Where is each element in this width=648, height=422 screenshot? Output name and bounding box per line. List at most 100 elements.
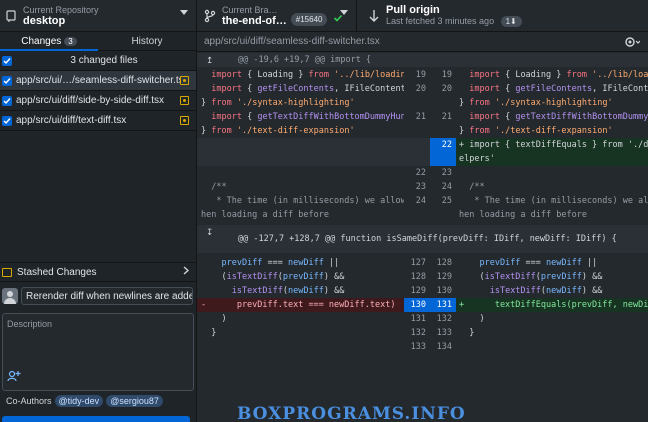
coauthor-chip[interactable]: @tidy-dev xyxy=(54,395,104,407)
diff-line: 22 23 xyxy=(197,166,648,180)
diff-line-right: prevDiff === newDiff || xyxy=(479,258,598,268)
repo-name: desktop xyxy=(23,16,66,27)
description-placeholder: Description xyxy=(7,319,53,329)
diff-line-removed: - prevDiff.text === newDiff.text) xyxy=(197,298,404,312)
tab-history-label: History xyxy=(131,36,163,47)
line-number: 20 xyxy=(441,84,452,94)
sidebar: Changes 3 History 3 changed files app/src… xyxy=(0,32,197,422)
diff-line: 133 134 xyxy=(197,340,648,354)
diff-line-left: isTextDiff(newDiff) && xyxy=(231,286,345,296)
branch-name: the-end-of… xyxy=(222,16,287,27)
line-number[interactable]: 130 xyxy=(404,298,430,312)
stashed-changes-label: Stashed Changes xyxy=(17,266,97,278)
line-number: 21 xyxy=(415,112,426,122)
expand-down-icon[interactable]: ↧ xyxy=(206,225,213,239)
branch-label: Current Bra… xyxy=(222,5,278,15)
tab-history[interactable]: History xyxy=(98,32,196,50)
diff-line-left: import { getFileContents, IFileContents xyxy=(211,84,404,94)
file-list-item[interactable]: app/src/ui/…/seamless-diff-switcher.tsx xyxy=(0,71,196,91)
pull-title: Pull origin xyxy=(386,5,440,16)
diff-line-right: import { getTextDiffWithBottomDummyHunk xyxy=(469,112,648,122)
diff-line: import { getTextDiffWithBottomDummyHunk … xyxy=(197,110,648,124)
commit-summary-input[interactable]: Rerender diff when newlines are adde xyxy=(21,287,193,305)
diff-line-wrap: hen loading a diff before hen loading a … xyxy=(197,208,648,222)
diff-line: /** 23 24 /** xyxy=(197,180,648,194)
file-checkbox[interactable] xyxy=(2,115,12,126)
diff-line-right: } xyxy=(459,328,475,338)
line-number: 132 xyxy=(410,328,426,338)
watermark: BOXPROGRAMS.INFO xyxy=(237,404,466,422)
diff-line-right: + import { textDiffEquals } from './dif xyxy=(456,138,648,152)
diff-line-right: * The time (in milliseconds) we allo xyxy=(459,196,648,206)
line-number: 25 xyxy=(441,196,452,206)
hunk-header-text: @@ -19,6 +19,7 @@ import { xyxy=(238,55,372,65)
diff-line-left: * The time (in milliseconds) we allow w xyxy=(201,196,404,206)
file-checkbox[interactable] xyxy=(2,75,12,86)
current-branch-button[interactable]: Current Bra… the-end-of… #15640 xyxy=(197,0,357,32)
diff-line-left: /** xyxy=(201,182,227,192)
line-number: 23 xyxy=(441,168,452,178)
arrow-down-icon xyxy=(367,9,381,23)
diff-line-left: import { getTextDiffWithBottomDummyHunk xyxy=(211,112,404,122)
commit-summary-value: Rerender diff when newlines are adde xyxy=(26,290,193,302)
commit-description-input[interactable]: Description xyxy=(2,313,194,391)
diff-line-modified[interactable]: - prevDiff.text === newDiff.text) 130 13… xyxy=(197,298,648,312)
diff-line-right: isTextDiff(newDiff) && xyxy=(489,286,603,296)
diff-line-right: (isTextDiff(prevDiff) && xyxy=(459,272,603,282)
diff-line: * The time (in milliseconds) we allow w … xyxy=(197,194,648,208)
coauthors-row: Co-Authors @tidy-dev @sergiou87 xyxy=(0,392,196,410)
diff-line-left: ) xyxy=(201,314,227,324)
file-name: app/src/ui/…/seamless-diff-switcher.tsx xyxy=(16,75,180,86)
stashed-changes-button[interactable]: Stashed Changes xyxy=(0,262,196,282)
pr-badge[interactable]: #15640 xyxy=(290,12,328,26)
commit-button[interactable] xyxy=(2,416,190,422)
line-number: 132 xyxy=(436,314,452,324)
add-coauthor-icon[interactable] xyxy=(7,370,21,385)
line-number: 19 xyxy=(441,70,452,80)
hunk-header: ↥ @@ -19,6 +19,7 @@ import { xyxy=(197,53,648,67)
line-number: 22 xyxy=(415,168,426,178)
gear-icon[interactable] xyxy=(624,36,641,51)
line-number-empty xyxy=(404,138,430,166)
line-number: 133 xyxy=(436,328,452,338)
branch-icon xyxy=(203,9,217,23)
line-number: 131 xyxy=(410,314,426,324)
file-list-item[interactable]: app/src/ui/diff/text-diff.tsx xyxy=(0,111,196,131)
empty-left xyxy=(197,138,404,166)
diff-line-wrap: } from './text-diff-expansion' } from '.… xyxy=(197,124,648,138)
diff-line-right: elpers' xyxy=(456,152,648,166)
chevron-right-icon xyxy=(183,266,190,278)
hunk-header: ↧ @@ -127,7 +128,7 @@ function isSameDif… xyxy=(197,225,648,253)
expand-up-icon[interactable]: ↥ xyxy=(206,53,213,67)
pull-subtitle: Last fetched 3 minutes ago xyxy=(386,16,495,26)
file-modified-icon xyxy=(180,116,189,125)
tab-changes[interactable]: Changes 3 xyxy=(0,32,98,51)
diff-line: } 132 133 } xyxy=(197,326,648,340)
line-number: 24 xyxy=(415,196,426,206)
line-number: 19 xyxy=(415,70,426,80)
diff-file-path: app/src/ui/diff/seamless-diff-switcher.t… xyxy=(204,36,380,47)
line-number: 128 xyxy=(436,258,452,268)
line-number: 20 xyxy=(415,84,426,94)
line-number: 134 xyxy=(436,342,452,352)
diff-view: app/src/ui/diff/seamless-diff-switcher.t… xyxy=(197,32,648,422)
select-all-checkbox[interactable] xyxy=(2,55,12,66)
diff-line-right: /** xyxy=(459,182,485,192)
current-repository-button[interactable]: Current Repository desktop xyxy=(0,0,197,32)
line-number[interactable]: 22 xyxy=(430,138,456,166)
file-modified-icon xyxy=(180,96,189,105)
diff-line-left: hen loading a diff before xyxy=(201,210,329,220)
file-list-item[interactable]: app/src/ui/diff/side-by-side-diff.tsx xyxy=(0,91,196,111)
diff-line-left: } from './syntax-highlighting' xyxy=(201,98,355,108)
diff-line: isTextDiff(newDiff) && 129 130 isTextDif… xyxy=(197,284,648,298)
line-number[interactable]: 131 xyxy=(430,298,456,312)
tab-changes-label: Changes xyxy=(21,36,62,47)
diff-line-wrap: } from './syntax-highlighting' } from '.… xyxy=(197,96,648,110)
coauthor-chip[interactable]: @sergiou87 xyxy=(106,395,163,407)
file-checkbox[interactable] xyxy=(2,95,12,106)
repo-label: Current Repository xyxy=(23,5,99,15)
diff-line-added[interactable]: 22 + import { textDiffEquals } from './d… xyxy=(197,138,648,166)
diff-line-right: import { Loading } from '../lib/loading' xyxy=(469,70,648,80)
pull-origin-button[interactable]: Pull origin Last fetched 3 minutes ago 1… xyxy=(357,0,648,32)
diff-line-right: } from './text-diff-expansion' xyxy=(459,126,613,136)
